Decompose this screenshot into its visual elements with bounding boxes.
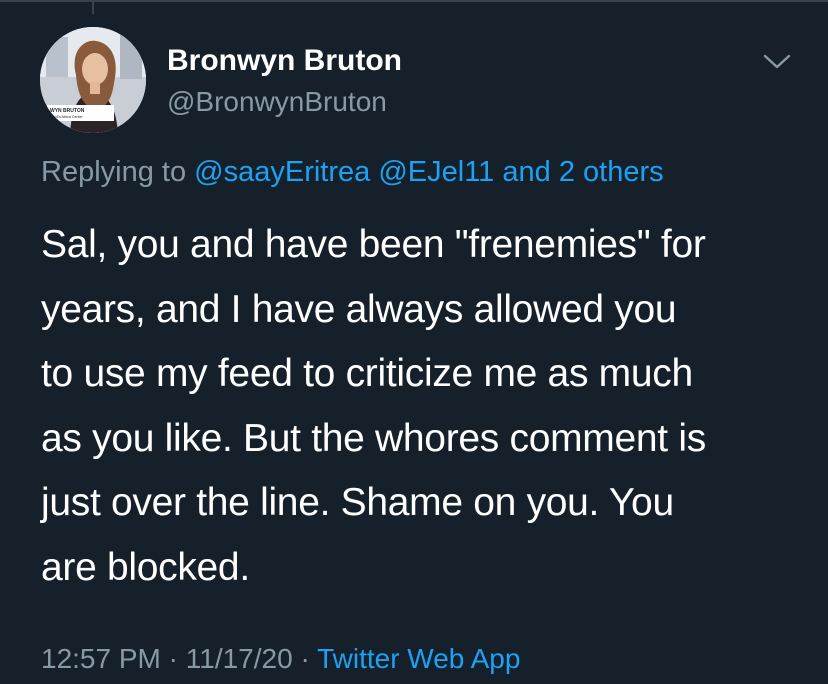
tweet-text: Sal, you and have been "frenemies" for y… bbox=[41, 223, 706, 589]
tweet-source-link[interactable]: Twitter Web App bbox=[317, 643, 520, 674]
avatar[interactable]: WYN BRUTON ...ncil's Africa Center bbox=[40, 27, 146, 133]
reply-prefix: Replying to bbox=[41, 156, 187, 188]
reply-conjunction[interactable]: and bbox=[502, 156, 550, 188]
metadata-separator: · bbox=[168, 643, 178, 674]
top-divider bbox=[0, 0, 828, 2]
mention-link-ejel11[interactable]: @EJel11 bbox=[378, 156, 494, 188]
reply-context: Replying to @saayEritrea @EJel11 and 2 o… bbox=[41, 156, 664, 189]
chevron-down-icon[interactable] bbox=[762, 52, 792, 72]
tweet-metadata: 12:57 PM · 11/17/20 · Twitter Web App bbox=[41, 643, 520, 675]
avatar-image: WYN BRUTON ...ncil's Africa Center bbox=[40, 27, 146, 133]
tweet-time[interactable]: 12:57 PM bbox=[41, 643, 161, 674]
mention-link-saayeritrea[interactable]: @saayEritrea bbox=[194, 156, 370, 188]
avatar-caption-line1: WYN BRUTON bbox=[50, 108, 85, 114]
author-display-name[interactable]: Bronwyn Bruton bbox=[167, 44, 402, 78]
mention-link-others[interactable]: 2 others bbox=[559, 156, 664, 188]
metadata-separator: · bbox=[300, 643, 310, 674]
author-handle[interactable]: @BronwynBruton bbox=[167, 86, 387, 118]
tweet-date[interactable]: 11/17/20 bbox=[186, 643, 293, 674]
avatar-caption-line2: ...ncil's Africa Center bbox=[50, 115, 83, 119]
thread-connector-line bbox=[92, 0, 94, 14]
